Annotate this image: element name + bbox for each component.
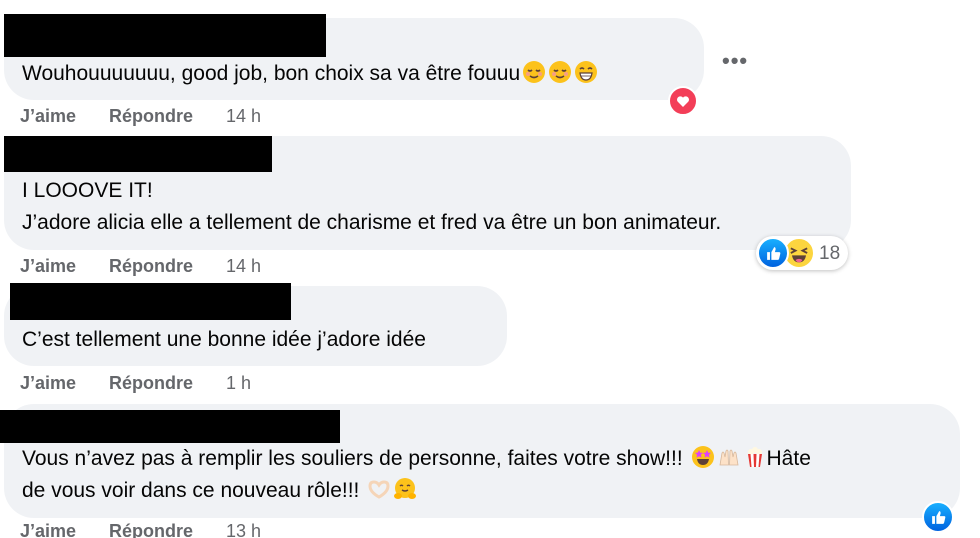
love-reaction-icon[interactable]: [668, 86, 698, 116]
comment-text-line: de vous voir dans ce nouveau rôle!!!: [22, 475, 811, 507]
comment-text: Vous n’avez pas à remplir les souliers d…: [22, 443, 811, 507]
comment-text-segment: Hâte: [766, 447, 811, 470]
more-options-button[interactable]: •••: [722, 50, 748, 72]
comment-actions: J’aime Répondre 14 h: [20, 106, 320, 130]
comment-actions: J’aime Répondre 13 h: [20, 521, 320, 538]
reply-link[interactable]: Répondre: [109, 521, 193, 538]
comment-text-line: J’adore alicia elle a tellement de chari…: [22, 211, 722, 234]
comment-text-segment: Vous n’avez pas à remplir les souliers d…: [22, 447, 683, 470]
like-reaction-icon[interactable]: [922, 501, 954, 533]
relieved-face-icon: [549, 61, 572, 83]
grinning-face-icon: [575, 61, 598, 83]
like-link[interactable]: J’aime: [20, 373, 76, 394]
comment-text-line: C’est tellement une bonne idée j’adore i…: [22, 328, 426, 351]
comment-actions: J’aime Répondre 1 h: [20, 373, 320, 397]
comment-text: I LOOOVE IT! J’adore alicia elle a telle…: [22, 175, 721, 239]
comment-timestamp[interactable]: 14 h: [226, 256, 261, 277]
comment-text-segment: de vous voir dans ce nouveau rôle!!!: [22, 479, 360, 502]
redacted-author-name: [4, 14, 326, 57]
reply-link[interactable]: Répondre: [109, 106, 193, 127]
comment-text: Wouhouuuuuuu, good job, bon choix sa va …: [22, 58, 598, 90]
comment-text-line: Wouhouuuuuuu, good job, bon choix sa va …: [22, 62, 521, 85]
popcorn-icon: [747, 447, 762, 467]
like-reaction-icon: [757, 237, 789, 269]
reply-link[interactable]: Répondre: [109, 256, 193, 277]
reaction-count[interactable]: 18: [819, 243, 840, 265]
redacted-author-name: [10, 283, 291, 320]
comment-timestamp[interactable]: 1 h: [226, 373, 251, 394]
redacted-author-name: [0, 410, 340, 443]
hugging-face-icon: [394, 478, 417, 499]
comment-timestamp[interactable]: 13 h: [226, 521, 261, 538]
like-link[interactable]: J’aime: [20, 521, 76, 538]
like-link[interactable]: J’aime: [20, 106, 76, 127]
comment-text: C’est tellement une bonne idée j’adore i…: [22, 324, 426, 356]
comment-timestamp[interactable]: 14 h: [226, 106, 261, 127]
comment-text-line: I LOOOVE IT!: [22, 179, 153, 202]
comment-text-line: Vous n’avez pas à remplir les souliers d…: [22, 443, 811, 475]
redacted-author-name: [4, 136, 272, 172]
star-struck-face-icon: [691, 446, 714, 468]
relieved-face-icon: [523, 61, 546, 83]
heart-hands-icon: [368, 480, 390, 499]
raising-hands-icon: [719, 449, 738, 466]
reply-link[interactable]: Répondre: [109, 373, 193, 394]
comment-actions: J’aime Répondre 14 h: [20, 256, 320, 280]
like-link[interactable]: J’aime: [20, 256, 76, 277]
